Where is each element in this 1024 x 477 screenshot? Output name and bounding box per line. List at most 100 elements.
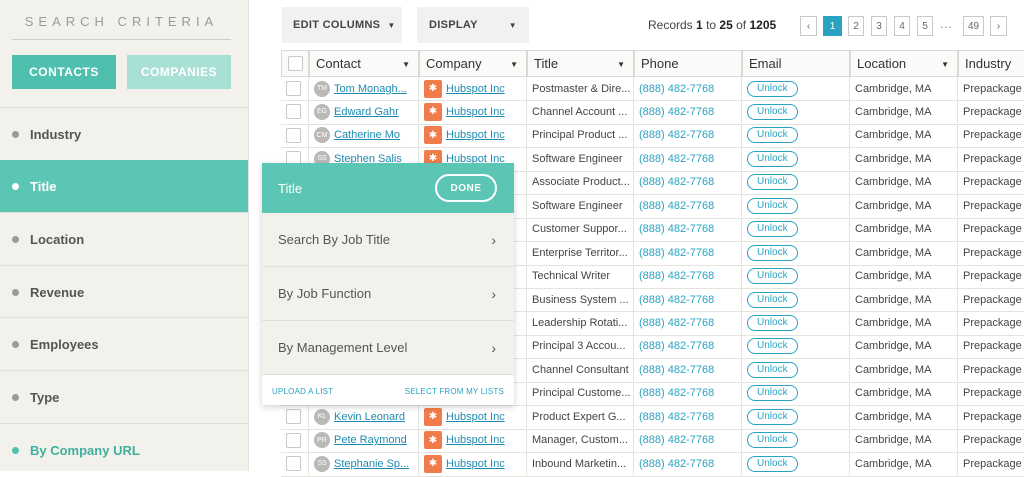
- header-select-all[interactable]: [281, 50, 309, 77]
- column-header-location[interactable]: Location ▼: [850, 50, 958, 77]
- criteria-type[interactable]: Type: [0, 370, 248, 423]
- location-text: Cambridge, MA: [855, 176, 932, 189]
- row-checkbox[interactable]: [286, 104, 301, 120]
- phone-link[interactable]: (888) 482-7768: [639, 176, 714, 188]
- location-cell: Cambridge, MA: [850, 264, 958, 288]
- by-job-function-option[interactable]: By Job Function ›: [262, 267, 514, 321]
- table-row[interactable]: PR Pete Raymond ✱ Hubspot Inc Manager, Custo…: [281, 428, 1024, 454]
- search-by-job-title-option[interactable]: Search By Job Title ›: [262, 213, 514, 267]
- company-name-link[interactable]: Hubspot Inc: [446, 458, 505, 470]
- table-row[interactable]: EG Edward Gahr ✱ Hubspot Inc Channel Account…: [281, 100, 1024, 125]
- unlock-email-button[interactable]: Unlock: [747, 174, 798, 191]
- unlock-email-button[interactable]: Unlock: [747, 408, 798, 425]
- phone-link[interactable]: (888) 482-7768: [639, 247, 714, 259]
- phone-link[interactable]: (888) 482-7768: [639, 340, 714, 352]
- unlock-email-button[interactable]: Unlock: [747, 103, 798, 120]
- table-row[interactable]: KL Kevin Leonard ✱ Hubspot Inc Product Exper…: [281, 405, 1024, 430]
- unlock-email-button[interactable]: Unlock: [747, 221, 798, 238]
- phone-link[interactable]: (888) 482-7768: [639, 223, 714, 235]
- column-header-phone[interactable]: Phone: [634, 50, 742, 77]
- unlock-email-button[interactable]: Unlock: [747, 150, 798, 167]
- row-checkbox[interactable]: [286, 81, 301, 96]
- phone-link[interactable]: (888) 482-7768: [639, 458, 714, 470]
- page-3-button[interactable]: 3: [871, 16, 887, 36]
- upload-list-link[interactable]: UPLOAD A LIST: [272, 387, 333, 396]
- phone-link[interactable]: (888) 482-7768: [639, 317, 714, 329]
- tab-companies[interactable]: COMPANIES: [127, 55, 231, 89]
- unlock-email-button[interactable]: Unlock: [747, 432, 798, 449]
- column-header-industry[interactable]: Industry: [958, 50, 1024, 77]
- row-checkbox[interactable]: [286, 432, 301, 448]
- title-cell: Customer Suppor...: [527, 217, 634, 241]
- phone-link[interactable]: (888) 482-7768: [639, 106, 714, 118]
- column-header-company[interactable]: Company ▼: [419, 50, 527, 77]
- unlock-email-button[interactable]: Unlock: [747, 315, 798, 331]
- company-name-link[interactable]: Hubspot Inc: [446, 434, 505, 446]
- phone-link[interactable]: (888) 482-7768: [639, 83, 714, 95]
- company-name-link[interactable]: Hubspot Inc: [446, 106, 505, 118]
- edit-columns-button[interactable]: EDIT COLUMNS ▼: [282, 7, 402, 43]
- column-header-email[interactable]: Email: [742, 50, 850, 77]
- phone-link[interactable]: (888) 482-7768: [639, 411, 714, 423]
- location-text: Cambridge, MA: [855, 82, 932, 95]
- unlock-email-button[interactable]: Unlock: [747, 361, 798, 378]
- criteria-revenue[interactable]: Revenue: [0, 265, 248, 318]
- phone-link[interactable]: (888) 482-7768: [639, 364, 714, 376]
- title-cell: Principal 3 Accou...: [527, 334, 634, 358]
- unlock-email-button[interactable]: Unlock: [747, 338, 798, 355]
- display-button[interactable]: DISPLAY ▼: [417, 7, 529, 43]
- column-header-title[interactable]: Title ▼: [527, 50, 634, 77]
- unlock-email-button[interactable]: Unlock: [747, 268, 798, 285]
- criteria-location[interactable]: Location: [0, 212, 248, 265]
- contact-name-link[interactable]: Tom Monagh...: [334, 83, 407, 95]
- criteria-company-url[interactable]: By Company URL: [0, 423, 248, 476]
- page-49-button[interactable]: 49: [963, 16, 984, 36]
- select-from-lists-link[interactable]: SELECT FROM MY LISTS: [405, 387, 504, 396]
- page-2-button[interactable]: 2: [848, 16, 864, 36]
- unlock-email-button[interactable]: Unlock: [747, 80, 798, 97]
- contact-name-link[interactable]: Edward Gahr: [334, 106, 399, 118]
- table-row[interactable]: CM Catherine Mo ✱ Hubspot Inc Principal Prod…: [281, 123, 1024, 149]
- location-text: Cambridge, MA: [855, 434, 932, 447]
- unlock-email-button[interactable]: Unlock: [747, 197, 798, 214]
- phone-link[interactable]: (888) 482-7768: [639, 387, 714, 399]
- criteria-industry[interactable]: Industry: [0, 107, 248, 160]
- phone-link[interactable]: (888) 482-7768: [639, 270, 714, 282]
- table-row[interactable]: SS Stephanie Sp... ✱ Hubspot Inc Inbound Mar…: [281, 452, 1024, 477]
- unlock-email-button[interactable]: Unlock: [747, 127, 798, 144]
- by-management-level-option[interactable]: By Management Level ›: [262, 321, 514, 375]
- criteria-title[interactable]: Title: [0, 160, 248, 212]
- page-1-button[interactable]: 1: [823, 16, 842, 36]
- column-header-contact[interactable]: Contact ▼: [309, 50, 419, 77]
- unlock-email-button[interactable]: Unlock: [747, 455, 798, 472]
- tab-contacts[interactable]: CONTACTS: [12, 55, 116, 89]
- phone-link[interactable]: (888) 482-7768: [639, 434, 714, 446]
- contact-cell: SS Stephanie Sp...: [309, 452, 419, 476]
- contact-name-link[interactable]: Catherine Mo: [334, 129, 400, 141]
- phone-link[interactable]: (888) 482-7768: [639, 129, 714, 141]
- contact-name-link[interactable]: Pete Raymond: [334, 434, 407, 446]
- company-name-link[interactable]: Hubspot Inc: [446, 411, 505, 423]
- done-button[interactable]: DONE: [435, 174, 497, 202]
- criteria-employees[interactable]: Employees: [0, 317, 248, 370]
- unlock-email-button[interactable]: Unlock: [747, 291, 798, 308]
- contact-name-link[interactable]: Stephanie Sp...: [334, 458, 409, 470]
- next-page-button[interactable]: ›: [990, 16, 1007, 36]
- page-5-button[interactable]: 5: [917, 16, 933, 36]
- phone-link[interactable]: (888) 482-7768: [639, 153, 714, 165]
- row-checkbox[interactable]: [286, 409, 301, 425]
- company-name-link[interactable]: Hubspot Inc: [446, 129, 505, 141]
- table-row[interactable]: TM Tom Monagh... ✱ Hubspot Inc Postmaster & …: [281, 77, 1024, 102]
- phone-link[interactable]: (888) 482-7768: [639, 294, 714, 306]
- popup-footer: UPLOAD A LIST SELECT FROM MY LISTS: [262, 375, 514, 407]
- unlock-email-button[interactable]: Unlock: [747, 244, 798, 261]
- row-checkbox[interactable]: [286, 456, 301, 472]
- row-checkbox[interactable]: [286, 127, 301, 143]
- company-name-link[interactable]: Hubspot Inc: [446, 83, 505, 95]
- unlock-email-button[interactable]: Unlock: [747, 385, 798, 402]
- page-4-button[interactable]: 4: [894, 16, 910, 36]
- prev-page-button[interactable]: ‹: [800, 16, 817, 36]
- phone-link[interactable]: (888) 482-7768: [639, 200, 714, 212]
- contact-name-link[interactable]: Kevin Leonard: [334, 411, 405, 423]
- select-all-checkbox[interactable]: [288, 56, 303, 71]
